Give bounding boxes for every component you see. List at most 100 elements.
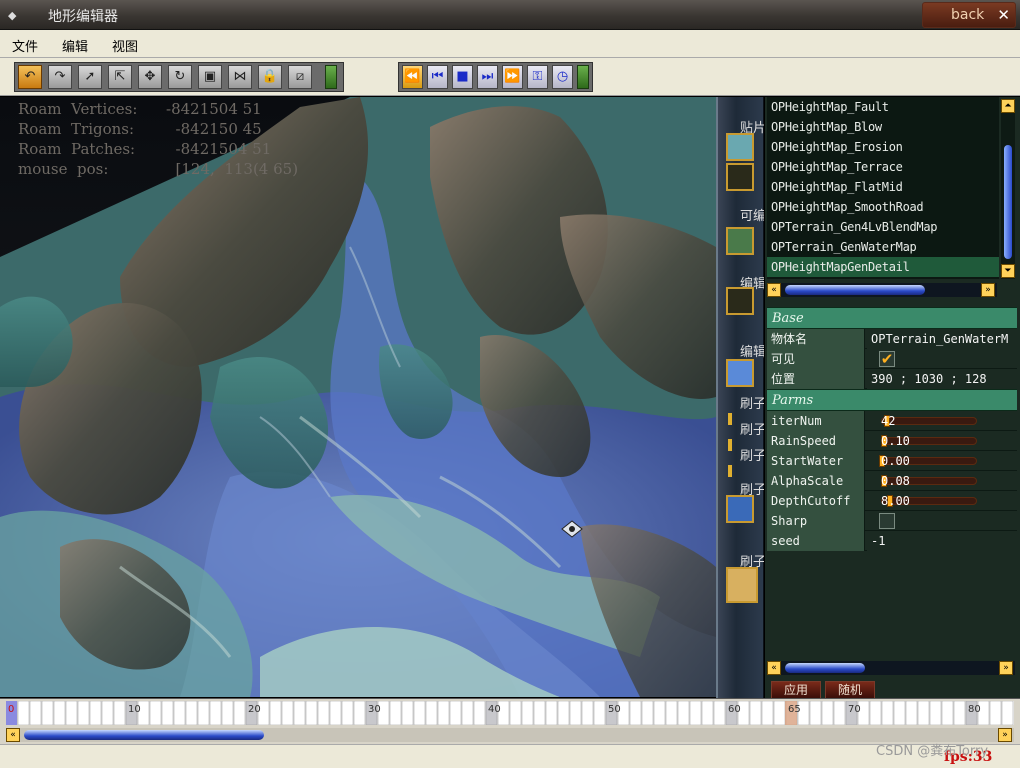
camera-marker-icon[interactable]	[558, 517, 586, 541]
scroll-thumb[interactable]	[1004, 145, 1012, 259]
timeline-frame-cell[interactable]	[53, 701, 66, 725]
menu-file[interactable]: 文件	[12, 36, 38, 55]
timeline-frame-cell[interactable]	[629, 701, 642, 725]
operator-list-item[interactable]: OPHeightMap_Erosion	[767, 137, 999, 157]
timeline-frame-cell[interactable]	[929, 701, 942, 725]
timeline-frame-cell[interactable]	[989, 701, 1002, 725]
timeline-frame-cell[interactable]	[941, 701, 954, 725]
timeline-frame-cell[interactable]	[509, 701, 522, 725]
tile-grid-icon[interactable]	[726, 163, 754, 191]
scroll-right-icon[interactable]: »	[999, 661, 1013, 675]
timeline-frame-cell[interactable]	[917, 701, 930, 725]
sharp-checkbox[interactable]	[879, 513, 895, 529]
back-button[interactable]: back ✕	[922, 2, 1016, 28]
key-button[interactable]: ⚿	[527, 65, 548, 89]
timeline-frame-cell[interactable]	[281, 701, 294, 725]
scroll-left-icon[interactable]: «	[767, 283, 781, 297]
timeline-frame-cell[interactable]	[773, 701, 786, 725]
operator-list-item[interactable]: OPHeightMapGenDetail	[767, 257, 999, 277]
timeline-frame-cell[interactable]	[833, 701, 846, 725]
stop-button[interactable]: ■	[452, 65, 473, 89]
scroll-left-icon[interactable]: «	[6, 728, 20, 742]
smooth-brush-tool[interactable]: ↶	[18, 65, 42, 89]
operator-list-item[interactable]: OPHeightMap_SmoothRoad	[767, 197, 999, 217]
timeline-frame-cell[interactable]	[65, 701, 78, 725]
timeline-frame-cell[interactable]	[173, 701, 186, 725]
terrain-render[interactable]	[0, 97, 716, 697]
timeline-frame-cell[interactable]	[185, 701, 198, 725]
apply-button[interactable]: 应用	[771, 681, 821, 699]
scroll-up-icon[interactable]: ⏶	[1001, 99, 1015, 113]
timeline-frame-cell[interactable]	[593, 701, 606, 725]
timeline-frame-cell[interactable]	[209, 701, 222, 725]
close-icon[interactable]: ✕	[997, 6, 1010, 24]
editable-layer-icon[interactable]	[726, 227, 754, 255]
timeline-frame-cell[interactable]	[581, 701, 594, 725]
square-brush-icon[interactable]	[726, 567, 758, 603]
timeline-frame-cell[interactable]	[809, 701, 822, 725]
timeline-frame-cell[interactable]	[389, 701, 402, 725]
timeline-frame-cell[interactable]	[569, 701, 582, 725]
prop-value-field[interactable]: -1	[867, 531, 1017, 551]
timeline-frame-cell[interactable]	[41, 701, 54, 725]
timeline-frame-cell[interactable]	[425, 701, 438, 725]
timeline-frame-cell[interactable]	[329, 701, 342, 725]
menu-edit[interactable]: 编辑	[62, 36, 88, 55]
timeline-frame-cell[interactable]	[653, 701, 666, 725]
timeline-frame-cell[interactable]	[893, 701, 906, 725]
operator-list-item[interactable]: OPHeightMap_Fault	[767, 97, 999, 117]
operator-list-hscroll[interactable]: « »	[767, 283, 997, 297]
operator-list-item[interactable]: OPTerrain_Gen4LvBlendMap	[767, 217, 999, 237]
timeline-frame-cell[interactable]	[317, 701, 330, 725]
timeline-frame-cell[interactable]	[761, 701, 774, 725]
fast-forward-button[interactable]: ⏩	[502, 65, 523, 89]
timeline-frame-cell[interactable]	[197, 701, 210, 725]
scroll-thumb[interactable]	[785, 285, 925, 295]
split-tool[interactable]: ⋈	[228, 65, 252, 89]
rewind-button[interactable]: ⏪	[402, 65, 423, 89]
circle-brush-icon[interactable]	[726, 495, 754, 523]
scroll-thumb[interactable]	[785, 663, 865, 673]
timeline-frame-cell[interactable]	[641, 701, 654, 725]
timeline-frame-cell[interactable]	[305, 701, 318, 725]
rotate-tool[interactable]: ↻	[168, 65, 192, 89]
timeline-frame-cell[interactable]	[749, 701, 762, 725]
operator-list-vscroll[interactable]: ⏶ ⏷	[1001, 99, 1015, 279]
scroll-down-icon[interactable]: ⏷	[1001, 264, 1015, 278]
timeline-frame-cell[interactable]	[29, 701, 42, 725]
lock-tool[interactable]: 🔒	[258, 65, 282, 89]
prop-value-field[interactable]: OPTerrain_GenWaterM	[867, 329, 1017, 349]
timeline-frame-cell[interactable]	[713, 701, 726, 725]
timeline-frame-cell[interactable]	[17, 701, 30, 725]
tile-texture-icon[interactable]	[726, 133, 754, 161]
select-paint-tool[interactable]: ⇱	[108, 65, 132, 89]
water-drop-icon[interactable]	[726, 359, 754, 387]
wireframe-tool[interactable]: ⧄	[288, 65, 312, 89]
timeline-frame-cell[interactable]	[665, 701, 678, 725]
edit-object-icon[interactable]	[726, 287, 754, 315]
timeline-frame-cell[interactable]	[341, 701, 354, 725]
timeline-frame-cell[interactable]	[293, 701, 306, 725]
timeline-frame-cell[interactable]	[821, 701, 834, 725]
operator-list-item[interactable]: OPHeightMap_FlatMid	[767, 177, 999, 197]
timeline-frame-cell[interactable]	[689, 701, 702, 725]
timeline-frame-cell[interactable]	[221, 701, 234, 725]
timeline-frame-cell[interactable]	[677, 701, 690, 725]
property-hscroll[interactable]: « »	[767, 661, 1015, 675]
timeline-frame-cell[interactable]	[449, 701, 462, 725]
scale-tool[interactable]: ▣	[198, 65, 222, 89]
timeline-frame-cell[interactable]	[521, 701, 534, 725]
clock-button[interactable]: ◷	[552, 65, 573, 89]
timeline-frame-cell[interactable]	[269, 701, 282, 725]
scroll-right-icon[interactable]: »	[981, 283, 995, 297]
operator-list-item[interactable]: OPHeightMap_Blow	[767, 117, 999, 137]
timeline-frame-cell[interactable]	[1001, 701, 1014, 725]
timeline-frame-cell[interactable]	[533, 701, 546, 725]
prop-value-field[interactable]: 390 ; 1030 ; 128	[867, 369, 1017, 389]
timeline-frame-cell[interactable]	[89, 701, 102, 725]
timeline-frame-cell[interactable]	[905, 701, 918, 725]
timeline-frame-cell[interactable]	[701, 701, 714, 725]
move-tool[interactable]: ✥	[138, 65, 162, 89]
operator-list[interactable]: OPHeightMap_Fault OPHeightMap_Blow OPHeigh…	[767, 97, 999, 279]
timeline-frame-cell[interactable]	[77, 701, 90, 725]
